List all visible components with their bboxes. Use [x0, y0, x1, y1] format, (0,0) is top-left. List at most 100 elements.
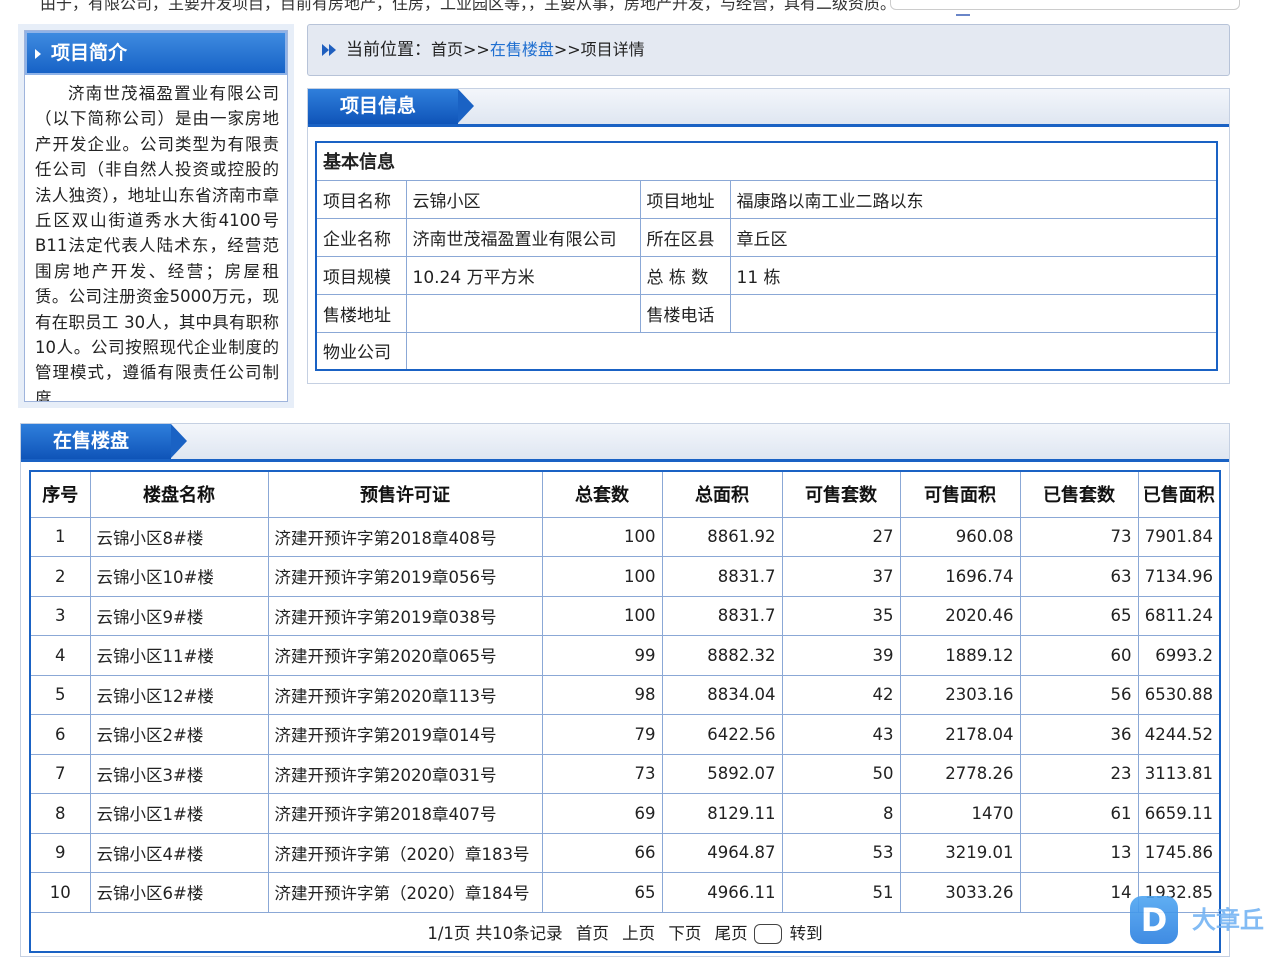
- available-units-cell: 27: [781, 516, 901, 557]
- first-page-link[interactable]: 首页: [576, 924, 609, 943]
- info-key: 所在区县: [639, 217, 731, 257]
- total-area-cell: 8129.11: [661, 793, 783, 834]
- row-index-cell: 8: [29, 793, 91, 834]
- table-row: 5 云锦小区12#楼 济建开预许字第2020章113号 98 8834.04 42 2303…: [29, 674, 1221, 715]
- total-area-cell: 4966.11: [661, 872, 783, 913]
- column-header: 已售面积: [1137, 470, 1221, 518]
- table-row: 7 云锦小区3#楼 济建开预许字第2020章031号 73 5892.07 50 2778.…: [29, 753, 1221, 794]
- basic-info-title: 基本信息: [315, 141, 1218, 181]
- total-area-cell: 8831.7: [661, 595, 783, 636]
- info-tab-bar: 项目信息: [308, 89, 1229, 127]
- sidebar-inner: 项目简介 济南世茂福盈置业有限公司（以下简称公司）是由一家房地产开发企业。公司类…: [24, 30, 288, 402]
- building-name-cell: 云锦小区6#楼: [89, 872, 269, 913]
- top-search-box[interactable]: [890, 0, 1240, 10]
- sale-tab-bar: 在售楼盘: [21, 424, 1229, 462]
- table-row: 10 云锦小区6#楼 济建开预许字第（2020）章184号 65 4966.11 51 30…: [29, 872, 1221, 913]
- row-index-cell: 6: [29, 714, 91, 755]
- building-name-cell: 云锦小区3#楼: [89, 753, 269, 794]
- available-area-cell: 1696.74: [899, 556, 1021, 597]
- page-number-input[interactable]: [753, 924, 782, 944]
- sold-area-cell: 6530.88: [1137, 674, 1221, 715]
- project-intro-text: 济南世茂福盈置业有限公司（以下简称公司）是由一家房地产开发企业。公司类型为有限责…: [35, 84, 279, 402]
- available-units-cell: 51: [781, 872, 901, 913]
- sidebar-panel: 项目简介 济南世茂福盈置业有限公司（以下简称公司）是由一家房地产开发企业。公司类…: [18, 24, 294, 408]
- triangle-right-icon: [35, 49, 41, 59]
- building-name-cell: 云锦小区1#楼: [89, 793, 269, 834]
- row-index-cell: 2: [29, 556, 91, 597]
- table-row: 3 云锦小区9#楼 济建开预许字第2019章038号 100 8831.7 35 2020.…: [29, 595, 1221, 636]
- watermark-text: 大章丘: [1192, 906, 1264, 934]
- on-sale-table: 序号 楼盘名称 预售许可证 总套数 总面积 可售套数 可售面积 已售套数 已售面…: [29, 470, 1221, 953]
- sold-units-cell: 73: [1019, 516, 1139, 557]
- total-units-cell: 100: [541, 516, 663, 557]
- column-header: 序号: [29, 470, 91, 518]
- available-area-cell: 2303.16: [899, 674, 1021, 715]
- on-sale-panel: 在售楼盘 序号 楼盘名称 预售许可证 总套数 总面积 可售套数 可售面积 已售套…: [20, 423, 1230, 957]
- pagination-summary: 1/1页 共10条记录: [427, 923, 563, 943]
- presale-permit-cell: 济建开预许字第2018章408号: [267, 516, 543, 557]
- row-index-cell: 3: [29, 595, 91, 636]
- prev-page-link[interactable]: 上页: [622, 924, 655, 943]
- next-page-link[interactable]: 下页: [668, 924, 701, 943]
- available-units-cell: 42: [781, 674, 901, 715]
- available-units-cell: 43: [781, 714, 901, 755]
- info-key: 总 栋 数: [639, 255, 731, 295]
- sold-units-cell: 56: [1019, 674, 1139, 715]
- tab-on-sale[interactable]: 在售楼盘: [21, 424, 187, 459]
- presale-permit-cell: 济建开预许字第2020章065号: [267, 635, 543, 676]
- building-name-cell: 云锦小区4#楼: [89, 832, 269, 873]
- info-value: 福康路以南工业二路以东: [729, 179, 1218, 219]
- info-key: 物业公司: [315, 331, 407, 371]
- sold-area-cell: 4244.52: [1137, 714, 1221, 755]
- breadcrumb-label: 当前位置：: [346, 40, 431, 60]
- tab-project-info[interactable]: 项目信息: [308, 89, 474, 124]
- available-area-cell: 1470: [899, 793, 1021, 834]
- table-row: 8 云锦小区1#楼 济建开预许字第2018章407号 69 8129.11 8 1470 61…: [29, 793, 1221, 834]
- goto-page-button[interactable]: 转到: [790, 924, 823, 943]
- available-area-cell: 2020.46: [899, 595, 1021, 636]
- last-page-link[interactable]: 尾页: [715, 924, 748, 943]
- total-units-cell: 100: [541, 556, 663, 597]
- watermark-logo-icon: D: [1130, 896, 1178, 944]
- presale-permit-cell: 济建开预许字第2019章038号: [267, 595, 543, 636]
- basic-info-table: 基本信息 项目名称 云锦小区 项目地址 福康路以南工业二路以东 企业名称 济南世…: [315, 141, 1218, 371]
- available-units-cell: 8: [781, 793, 901, 834]
- sold-units-cell: 60: [1019, 635, 1139, 676]
- info-key: 企业名称: [315, 217, 407, 257]
- presale-permit-cell: 济建开预许字第（2020）章184号: [267, 872, 543, 913]
- column-header: 总套数: [541, 470, 663, 518]
- total-area-cell: 4964.87: [661, 832, 783, 873]
- total-area-cell: 8861.92: [661, 516, 783, 557]
- column-header: 楼盘名称: [89, 470, 269, 518]
- presale-permit-cell: 济建开预许字第2020章031号: [267, 753, 543, 794]
- building-name-cell: 云锦小区10#楼: [89, 556, 269, 597]
- total-units-cell: 65: [541, 872, 663, 913]
- sold-area-cell: 6811.24: [1137, 595, 1221, 636]
- table-row: 9 云锦小区4#楼 济建开预许字第（2020）章183号 66 4964.87 53 321…: [29, 832, 1221, 873]
- presale-permit-cell: 济建开预许字第2019章014号: [267, 714, 543, 755]
- breadcrumb-link-on-sale[interactable]: 在售楼盘: [490, 40, 554, 59]
- available-units-cell: 50: [781, 753, 901, 794]
- table-row: 6 云锦小区2#楼 济建开预许字第2019章014号 79 6422.56 43 2178.…: [29, 714, 1221, 755]
- pagination: 1/1页 共10条记录 首页 上页 下页 尾页 转到: [29, 911, 1221, 953]
- info-key: 售楼地址: [315, 293, 407, 333]
- info-row: 项目名称 云锦小区 项目地址 福康路以南工业二路以东: [315, 179, 1218, 219]
- total-area-cell: 8831.7: [661, 556, 783, 597]
- total-area-cell: 8882.32: [661, 635, 783, 676]
- total-area-cell: 5892.07: [661, 753, 783, 794]
- info-value: 10.24 万平方米: [405, 255, 641, 295]
- total-units-cell: 73: [541, 753, 663, 794]
- available-units-cell: 35: [781, 595, 901, 636]
- info-value: 11 栋: [729, 255, 1218, 295]
- available-area-cell: 960.08: [899, 516, 1021, 557]
- sold-area-cell: 6659.11: [1137, 793, 1221, 834]
- row-index-cell: 5: [29, 674, 91, 715]
- info-value: [729, 293, 1218, 333]
- building-name-cell: 云锦小区12#楼: [89, 674, 269, 715]
- breadcrumb-home[interactable]: 首页>>: [431, 40, 490, 59]
- building-name-cell: 云锦小区9#楼: [89, 595, 269, 636]
- available-area-cell: 2778.26: [899, 753, 1021, 794]
- column-header: 可售面积: [899, 470, 1021, 518]
- available-area-cell: 1889.12: [899, 635, 1021, 676]
- column-header: 总面积: [661, 470, 783, 518]
